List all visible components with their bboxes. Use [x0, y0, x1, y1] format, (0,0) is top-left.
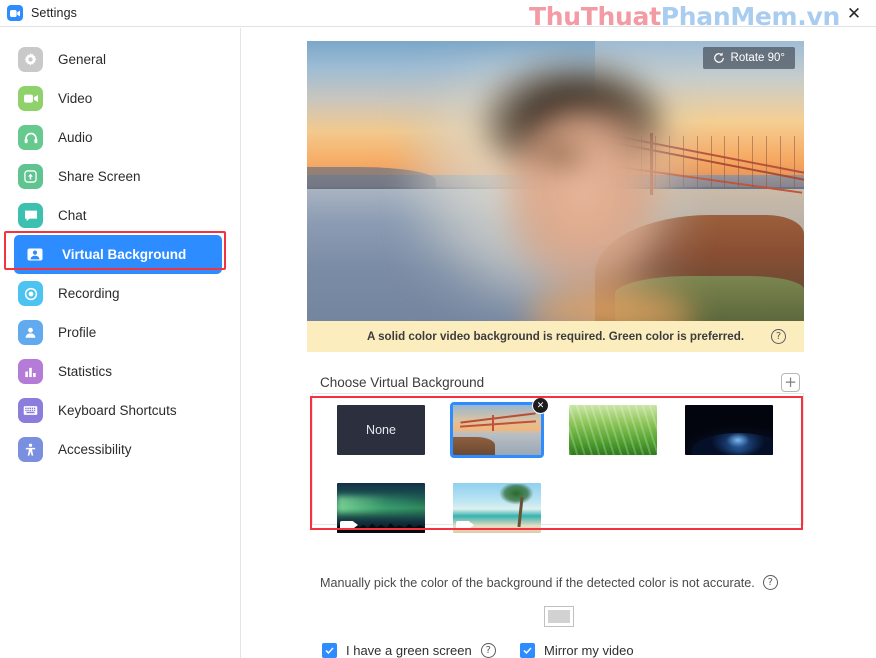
virtual-background-panel: Rotate 90° A solid color video backgroun… [242, 28, 876, 658]
thumbnail-none[interactable]: None [337, 405, 425, 455]
sidebar-item-label: General [58, 52, 107, 67]
title-bar: Settings ✕ [0, 0, 876, 27]
gear-icon [18, 47, 43, 72]
color-picker-swatch[interactable] [544, 606, 574, 627]
background-thumbnail-panel: None ✕ [312, 393, 804, 533]
video-badge-icon [340, 521, 358, 530]
sidebar-item-virtual-background[interactable]: Virtual Background [14, 235, 222, 274]
video-preview: Rotate 90° [307, 41, 804, 321]
thumbnail-earth-from-space[interactable] [685, 405, 773, 455]
sidebar-item-label: Recording [58, 286, 120, 301]
sidebar-item-audio[interactable]: Audio [10, 118, 230, 157]
notice-text: A solid color video background is requir… [366, 330, 745, 343]
help-icon[interactable]: ? [771, 329, 786, 344]
accessibility-icon [18, 437, 43, 462]
upload-icon [18, 164, 43, 189]
sidebar-item-accessibility[interactable]: Accessibility [10, 430, 230, 469]
thumbnail-green-grass[interactable] [569, 405, 657, 455]
help-icon[interactable]: ? [762, 575, 778, 590]
thumbnail-beach-with-palm[interactable] [453, 483, 541, 533]
sidebar-item-label: Keyboard Shortcuts [58, 403, 177, 418]
rotate-90-button[interactable]: Rotate 90° [702, 47, 795, 69]
help-icon[interactable]: ? [480, 643, 496, 658]
sidebar-item-label: Profile [58, 325, 97, 340]
manual-color-row: Manually pick the color of the backgroun… [320, 575, 804, 590]
person-card-icon [22, 242, 47, 267]
sidebar-item-label: Statistics [58, 364, 113, 379]
mirror-video-checkbox[interactable] [520, 643, 535, 658]
window-title: Settings [31, 6, 77, 20]
settings-sidebar: General Video Audio Share Screen Chat Vi… [0, 28, 241, 658]
sidebar-item-general[interactable]: General [10, 40, 230, 79]
user-icon [18, 320, 43, 345]
chat-icon [18, 203, 43, 228]
choose-background-label: Choose Virtual Background [320, 374, 485, 390]
sidebar-item-chat[interactable]: Chat [10, 196, 230, 235]
sidebar-item-label: Audio [58, 130, 93, 145]
green-screen-checkbox[interactable] [322, 643, 337, 658]
keyboard-icon [18, 398, 43, 423]
sidebar-item-share-screen[interactable]: Share Screen [10, 157, 230, 196]
sidebar-item-label: Video [58, 91, 93, 106]
close-icon[interactable]: ✕ [832, 0, 876, 27]
sidebar-item-label: Chat [58, 208, 87, 223]
bar-chart-icon [18, 359, 43, 384]
sidebar-item-recording[interactable]: Recording [10, 274, 230, 313]
rotate-button-label: Rotate 90° [730, 52, 785, 64]
sidebar-item-profile[interactable]: Profile [10, 313, 230, 352]
video-badge-icon [456, 521, 474, 530]
mirror-video-checkbox-row: Mirror my video [520, 643, 634, 658]
green-screen-notice: A solid color video background is requir… [307, 321, 804, 352]
sidebar-item-label: Accessibility [58, 442, 132, 457]
thumbnail-aurora-forest[interactable] [337, 483, 425, 533]
record-icon [18, 281, 43, 306]
sidebar-item-label: Virtual Background [62, 247, 187, 262]
sidebar-item-label: Share Screen [58, 169, 141, 184]
sidebar-item-video[interactable]: Video [10, 79, 230, 118]
camera-icon [18, 86, 43, 111]
thumbnail-none-label: None [366, 423, 396, 437]
color-swatch-wrap [242, 606, 876, 627]
mirror-video-checkbox-label: Mirror my video [544, 643, 634, 658]
green-screen-checkbox-row: I have a green screen ? [322, 643, 496, 658]
thumbnail-golden-gate-bridge[interactable]: ✕ [450, 397, 549, 458]
choose-background-header: Choose Virtual Background + [320, 370, 800, 394]
blurred-person-video [401, 46, 700, 321]
remove-background-icon[interactable]: ✕ [532, 397, 549, 414]
zoom-video-icon [7, 5, 23, 21]
manual-color-text: Manually pick the color of the backgroun… [320, 575, 755, 590]
rotate-icon [713, 52, 724, 63]
green-screen-checkbox-label: I have a green screen [346, 643, 472, 658]
sidebar-item-statistics[interactable]: Statistics [10, 352, 230, 391]
headphone-icon [18, 125, 43, 150]
sidebar-item-keyboard-shortcuts[interactable]: Keyboard Shortcuts [10, 391, 230, 430]
plus-icon[interactable]: + [781, 372, 800, 392]
settings-window: Settings ✕ ThuThuatPhanMem.vn General Vi… [0, 0, 876, 658]
